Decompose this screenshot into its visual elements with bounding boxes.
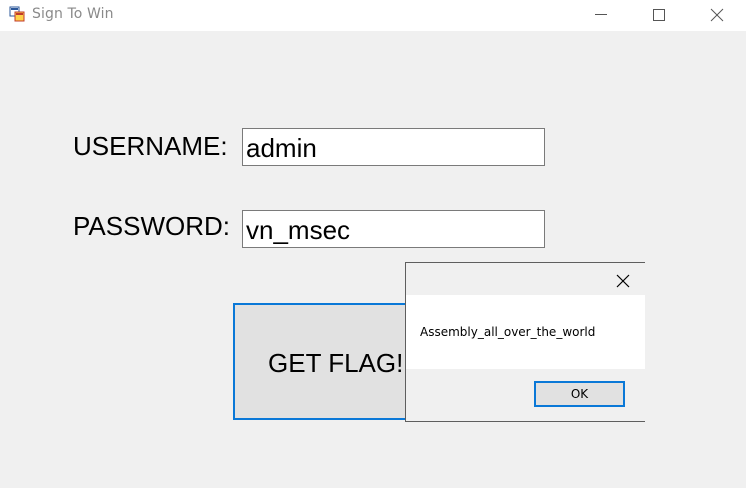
get-flag-label: GET FLAG!: [268, 348, 404, 378]
close-button[interactable]: [694, 0, 740, 31]
username-input[interactable]: admin: [242, 128, 545, 166]
maximize-icon: [653, 9, 665, 21]
password-input[interactable]: vn_msec: [242, 210, 545, 248]
window-title: Sign To Win: [32, 6, 114, 22]
maximize-button[interactable]: [636, 0, 682, 31]
username-value: admin: [246, 133, 317, 163]
username-label: USERNAME:: [73, 131, 228, 161]
message-box-body: Assembly_all_over_the_world: [406, 295, 645, 369]
ok-button[interactable]: OK: [534, 381, 625, 407]
minimize-button[interactable]: [578, 0, 624, 31]
minimize-icon: [595, 14, 607, 15]
message-box-close-button[interactable]: [611, 269, 635, 293]
message-box-dialog: Assembly_all_over_the_world OK: [405, 262, 645, 422]
app-icon: [9, 6, 25, 22]
sign-to-win-window: Sign To Win USERNAME: admin PASSWORD: vn…: [0, 0, 746, 488]
password-label: PASSWORD:: [73, 211, 230, 241]
ok-label: OK: [570, 387, 589, 401]
message-text: Assembly_all_over_the_world: [420, 325, 596, 339]
password-value: vn_msec: [246, 215, 351, 245]
close-icon: [710, 8, 724, 22]
title-bar: Sign To Win: [0, 0, 746, 31]
close-icon: [616, 274, 630, 288]
